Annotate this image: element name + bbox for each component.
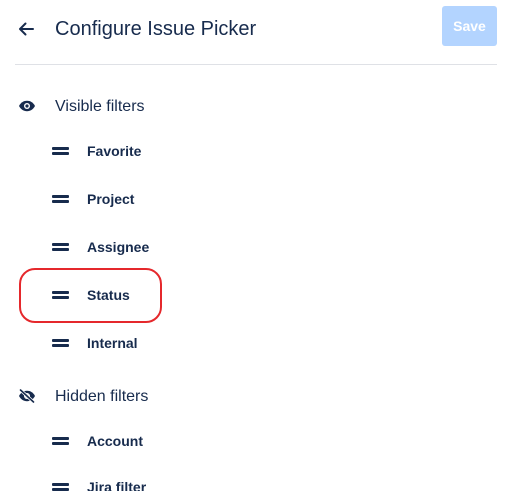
filter-label: Status <box>87 287 130 303</box>
drag-handle-icon[interactable] <box>52 481 70 491</box>
eye-icon <box>17 98 37 114</box>
filter-label: Assignee <box>87 239 150 255</box>
filter-label: Project <box>87 191 135 207</box>
save-button[interactable]: Save <box>442 6 497 46</box>
header-divider <box>15 64 497 65</box>
hidden-filters-heading: Hidden filters <box>0 383 508 411</box>
filter-item-jira-filter[interactable]: Jira filter <box>40 469 480 491</box>
hidden-filters-label: Hidden filters <box>55 388 149 405</box>
filter-item-project[interactable]: Project <box>40 181 480 217</box>
drag-handle-icon[interactable] <box>52 145 70 157</box>
arrow-left-icon <box>19 22 34 36</box>
eye-off-icon <box>17 388 37 404</box>
page-header: Configure Issue Picker Save <box>0 0 508 64</box>
back-button[interactable] <box>14 17 38 41</box>
filter-item-favorite[interactable]: Favorite <box>40 133 480 169</box>
filter-item-internal[interactable]: Internal <box>40 325 480 361</box>
filter-label: Favorite <box>87 143 142 159</box>
visible-filters-label: Visible filters <box>55 98 145 115</box>
page-title: Configure Issue Picker <box>55 18 257 40</box>
filter-item-assignee[interactable]: Assignee <box>40 229 480 265</box>
filter-label: Jira filter <box>87 479 147 491</box>
visible-filters-heading: Visible filters <box>0 93 508 121</box>
drag-handle-icon[interactable] <box>52 435 70 447</box>
drag-handle-icon[interactable] <box>52 193 70 205</box>
drag-handle-icon[interactable] <box>52 289 70 301</box>
filter-label: Internal <box>87 335 138 351</box>
filter-item-account[interactable]: Account <box>40 423 480 459</box>
filter-item-status[interactable]: Status <box>40 277 480 313</box>
drag-handle-icon[interactable] <box>52 337 70 349</box>
drag-handle-icon[interactable] <box>52 241 70 253</box>
filter-label: Account <box>87 433 143 449</box>
